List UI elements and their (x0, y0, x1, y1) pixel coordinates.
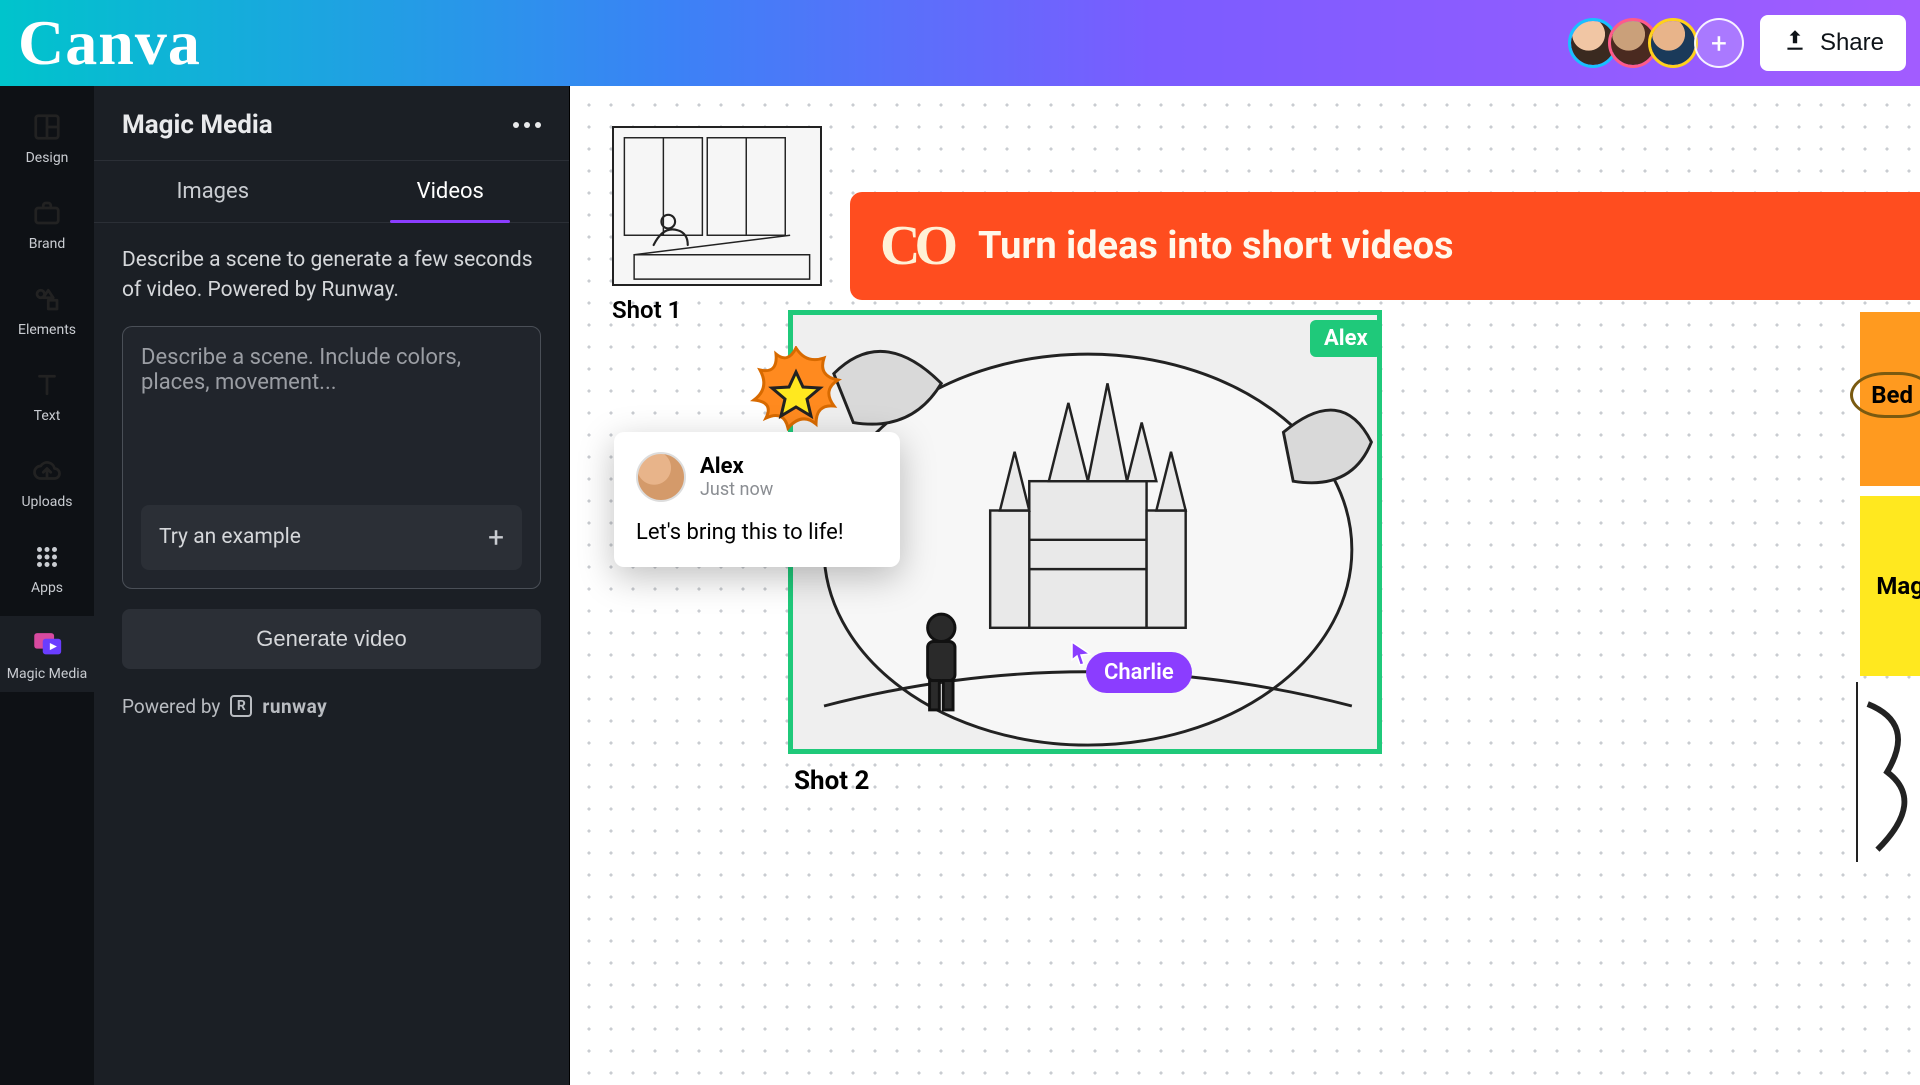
comment-time: Just now (700, 479, 773, 500)
top-bar: Canva + Share (0, 0, 1920, 86)
magic-media-icon (30, 626, 64, 660)
rail-label: Brand (29, 236, 65, 252)
banner-text: Turn ideas into short videos (978, 224, 1454, 268)
powered-prefix: Powered by (122, 695, 220, 718)
generate-video-button[interactable]: Generate video (122, 609, 541, 669)
banner-logo-icon: CO (880, 214, 952, 278)
rail-item-text[interactable]: Text (0, 358, 94, 434)
rail-label: Magic Media (7, 666, 87, 682)
try-example-button[interactable]: Try an example + (141, 505, 522, 570)
star-badge-icon (748, 346, 844, 442)
panel-description: Describe a scene to generate a few secon… (122, 245, 541, 306)
apps-grid-icon (30, 540, 64, 574)
panel-body: Describe a scene to generate a few secon… (94, 223, 569, 740)
layout-icon (30, 110, 64, 144)
panel-tabs: Images Videos (94, 161, 569, 223)
note-bed-label: Bed (1850, 372, 1920, 418)
storyboard-shot-1[interactable]: Shot 1 (612, 126, 822, 324)
avatar[interactable] (1648, 18, 1698, 68)
selection-user-tag: Alex (1310, 320, 1382, 357)
canvas[interactable]: Shot 1 CO Turn ideas into short videos (570, 86, 1920, 1085)
shot-1-thumbnail[interactable] (612, 126, 822, 286)
panel-header: Magic Media (94, 86, 569, 161)
rail-label: Uploads (21, 494, 72, 510)
runway-icon: R (230, 695, 252, 717)
add-collaborator-button[interactable]: + (1694, 18, 1744, 68)
rail-item-apps[interactable]: Apps (0, 530, 94, 606)
rail-item-design[interactable]: Design (0, 100, 94, 176)
comment-card[interactable]: Alex Just now Let's bring this to life! (614, 432, 900, 567)
rail-label: Text (34, 408, 61, 424)
cloud-upload-icon (30, 454, 64, 488)
powered-by: Powered by R runway (122, 695, 541, 718)
share-label: Share (1820, 29, 1884, 57)
text-icon (30, 368, 64, 402)
rail-item-magic-media[interactable]: Magic Media (0, 616, 94, 692)
comment-avatar (636, 452, 686, 502)
prompt-input[interactable]: Describe a scene. Include colors, places… (141, 345, 522, 405)
plus-icon: + (488, 521, 504, 554)
shot-2-label: Shot 2 (794, 766, 869, 796)
canva-logo: Canva (18, 6, 201, 80)
remote-cursor-label: Charlie (1086, 652, 1192, 693)
comment-header: Alex Just now (636, 452, 878, 502)
briefcase-icon (30, 196, 64, 230)
tab-videos[interactable]: Videos (332, 161, 570, 222)
panel-more-button[interactable] (513, 122, 541, 128)
share-icon (1782, 27, 1808, 60)
collaborator-avatars: + (1568, 18, 1744, 68)
top-bar-right: + Share (1568, 15, 1906, 71)
magic-media-panel: Magic Media Images Videos Describe a sce… (94, 86, 570, 1085)
rail-label: Apps (31, 580, 63, 596)
prompt-box[interactable]: Describe a scene. Include colors, places… (122, 326, 541, 589)
rail-label: Elements (18, 322, 76, 338)
rail-item-uploads[interactable]: Uploads (0, 444, 94, 520)
tab-images[interactable]: Images (94, 161, 332, 222)
left-nav-rail: Design Brand Elements Text Uploads (0, 86, 94, 1085)
rail-label: Design (26, 150, 69, 166)
runway-brand: runway (262, 695, 327, 718)
rail-item-brand[interactable]: Brand (0, 186, 94, 262)
rail-item-elements[interactable]: Elements (0, 272, 94, 348)
shapes-icon (30, 282, 64, 316)
promo-banner: CO Turn ideas into short videos (850, 192, 1920, 300)
sketch-peek[interactable] (1856, 682, 1920, 862)
share-button[interactable]: Share (1760, 15, 1906, 71)
comment-author: Alex (700, 454, 773, 479)
comment-body: Let's bring this to life! (636, 520, 878, 545)
panel-title: Magic Media (122, 110, 273, 140)
note-mag-label: Mag (1876, 572, 1920, 600)
try-example-label: Try an example (159, 525, 301, 549)
